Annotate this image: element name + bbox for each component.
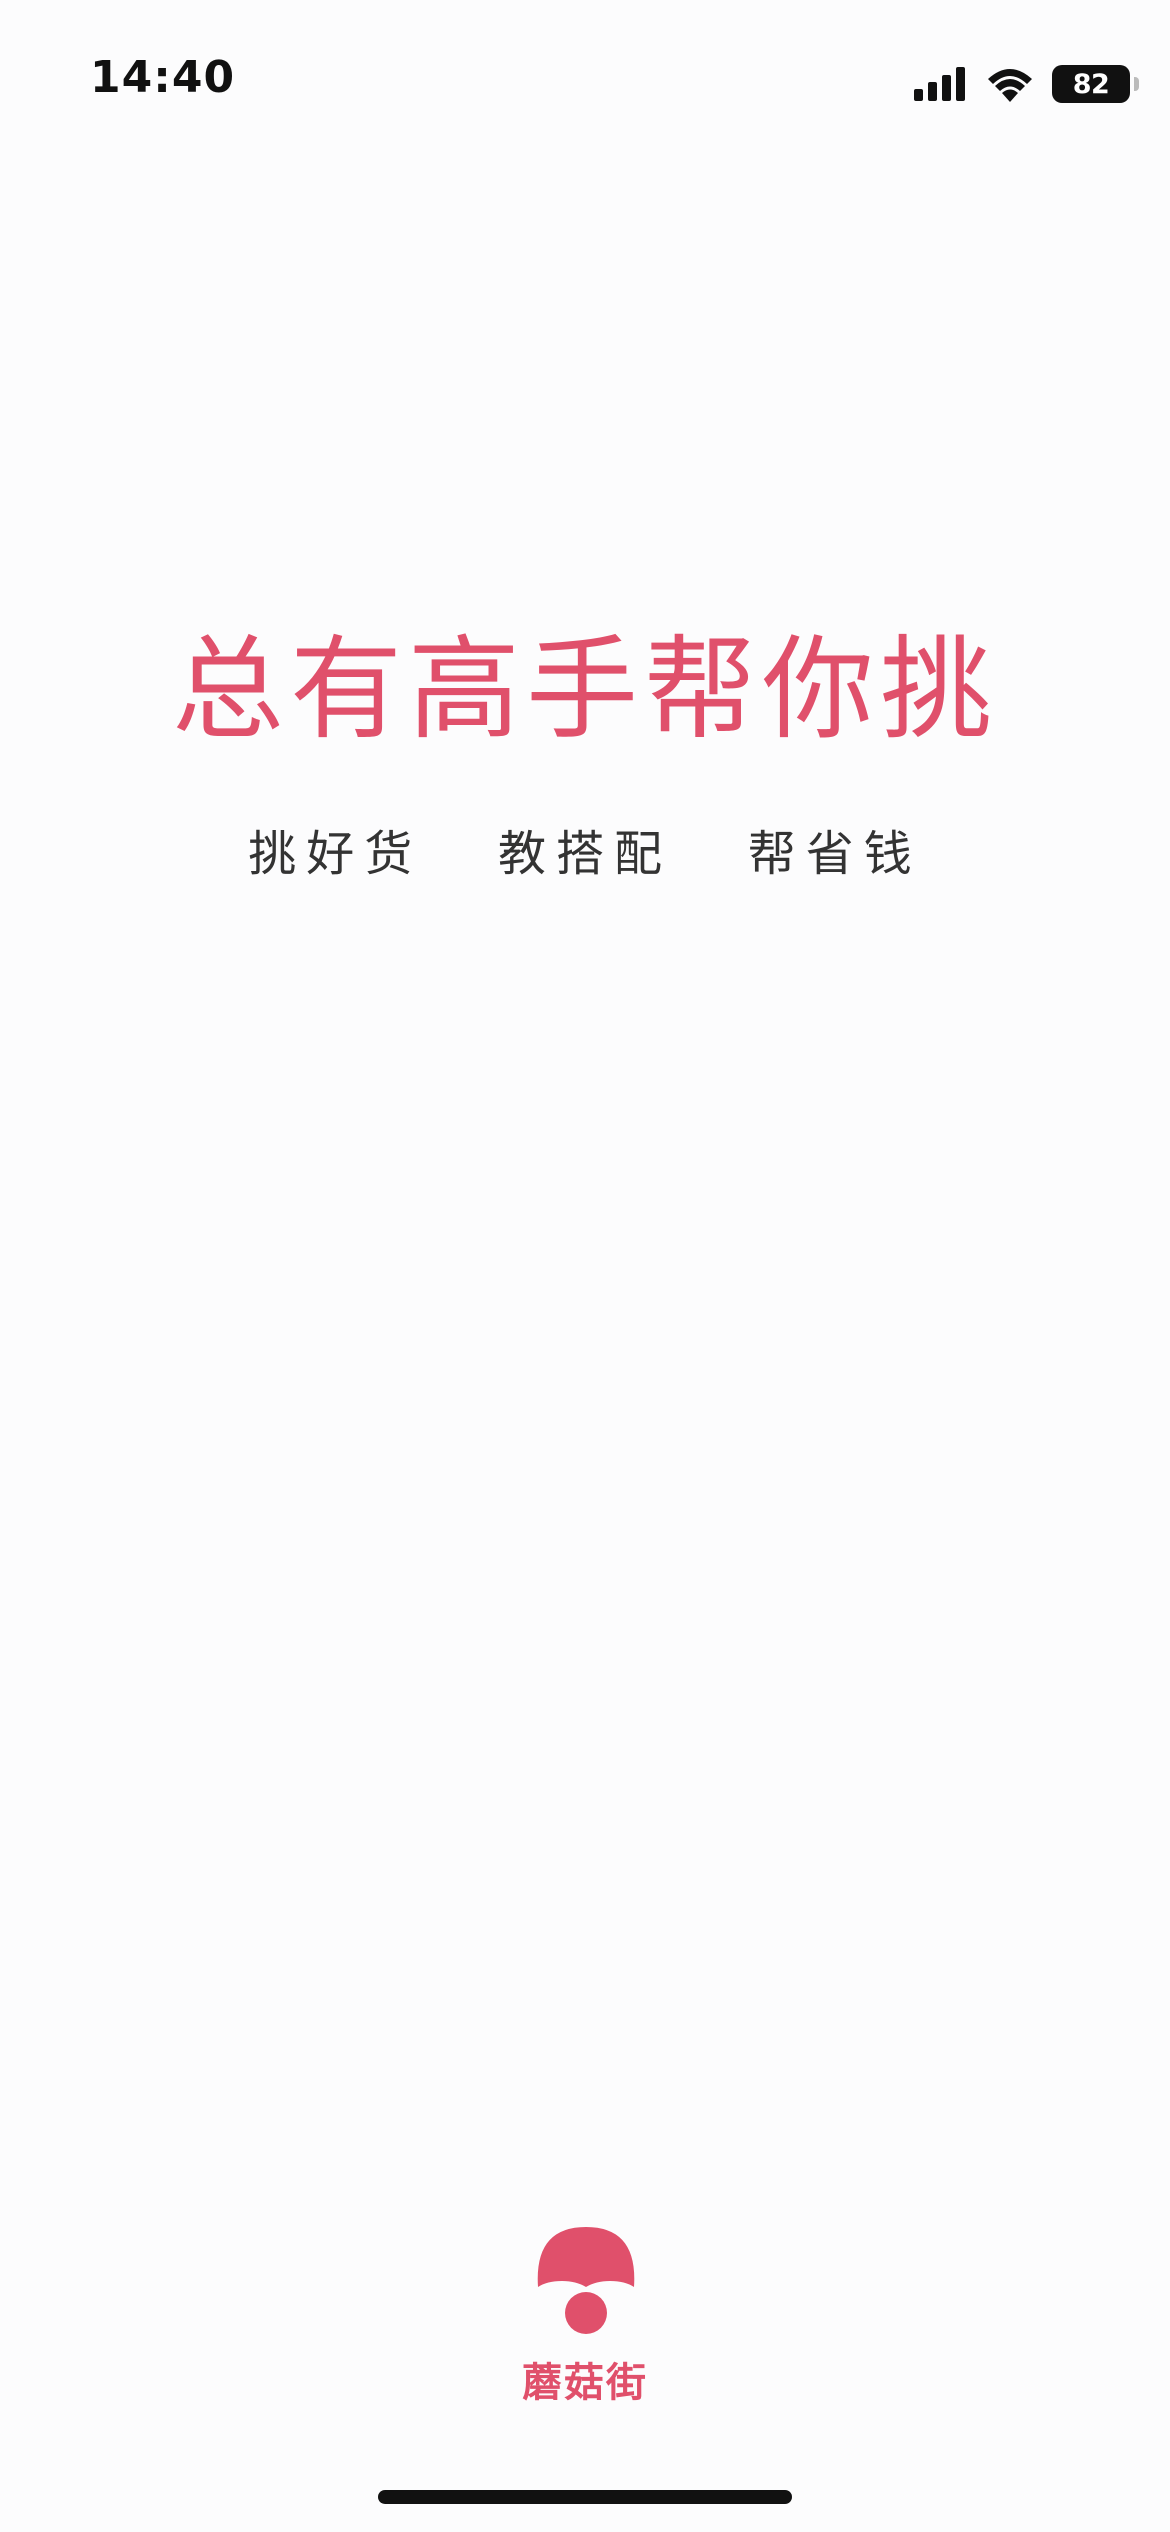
battery-cap: [1134, 77, 1139, 91]
status-bar: 14:40 82: [0, 0, 1170, 160]
battery-icon: 82: [1052, 65, 1139, 103]
splash-tagline: 挑好货 教搭配 帮省钱: [248, 826, 922, 882]
cellular-signal-icon: [914, 67, 965, 101]
mushroom-logo-icon: [537, 2227, 635, 2334]
brand-name: 蘑菇街: [522, 2360, 648, 2406]
status-time: 14:40: [90, 52, 236, 103]
status-icons: 82: [914, 60, 1139, 108]
wifi-icon: [988, 69, 1032, 102]
battery-level: 82: [1072, 68, 1110, 100]
splash-headline: 总有高手帮你挑: [172, 625, 998, 755]
home-indicator[interactable]: [378, 2490, 792, 2504]
